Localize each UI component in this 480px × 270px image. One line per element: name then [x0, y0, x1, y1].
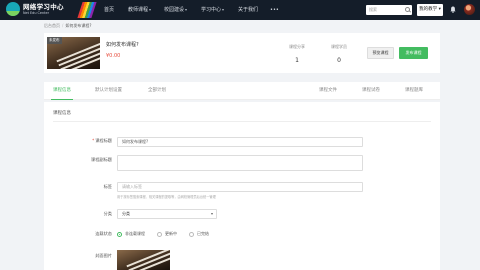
cover-image-upload[interactable] — [117, 250, 170, 270]
radio-updating[interactable]: 更新中 — [157, 231, 177, 237]
logo-subtitle: Net Edu Center — [23, 11, 49, 15]
course-cover-image: 未发布 — [47, 37, 100, 69]
nav-item-more[interactable]: ••• — [270, 0, 279, 20]
nav-item-home[interactable]: 首页 — [104, 0, 114, 20]
preview-course-button[interactable]: 预览课程 — [367, 47, 394, 59]
tab-all-plans[interactable]: 全部计划 — [148, 82, 166, 100]
course-price: ¥0.00 — [106, 53, 121, 59]
section-title: 课程信息 — [53, 111, 71, 116]
course-info-form: 课程信息 *课程标题 如何发布课程? 课程副标题 标签 请输入标签 用于按标签搜… — [44, 102, 440, 270]
search-icon[interactable] — [405, 7, 410, 12]
chevron-down-icon: ▾ — [210, 211, 213, 216]
tab-course-info[interactable]: 课程信息 — [51, 82, 73, 100]
logo-title: 网络学习中心 — [23, 3, 64, 11]
course-header-card: 未发布 如何发布课程? ¥0.00 课程分享 1 课程学员 0 预览课程 发布课… — [44, 33, 440, 73]
chevron-down-icon: ▾ — [438, 7, 441, 12]
tags-input[interactable]: 请输入标签 — [117, 182, 363, 192]
tags-label: 标签 — [103, 184, 112, 189]
top-nav: 网络学习中心 Net Edu Center 首页 教师课程▾ 校园建设▾ 学习中… — [0, 0, 480, 20]
title-label: *课程标题 — [92, 138, 112, 143]
category-label: 分类 — [103, 211, 112, 216]
rainbow-stripe-decoration — [77, 2, 97, 18]
radio-non-serial[interactable]: 非连载课程 — [117, 231, 145, 237]
publish-course-button[interactable]: 发布课程 — [399, 47, 428, 59]
breadcrumb-root-link[interactable]: 后台首页 — [44, 23, 60, 28]
subtitle-textarea[interactable] — [117, 155, 363, 171]
nav-item-about[interactable]: 关于我们 — [238, 0, 258, 20]
user-avatar[interactable] — [464, 4, 475, 15]
tags-hint: 用于按标签搜索课程、相关课程的提取等，由网校管理员后台统一管理 — [117, 195, 216, 199]
tab-default-plan-settings[interactable]: 默认计划设置 — [95, 82, 122, 100]
tab-course-files[interactable]: 课程文件 — [319, 82, 337, 100]
cover-label: 封面图片 — [95, 253, 112, 258]
tab-question-bank[interactable]: 课程题库 — [405, 82, 423, 100]
logo-icon — [6, 2, 20, 16]
nav-item-teacher-courses[interactable]: 教师课程▾ — [128, 0, 151, 20]
site-logo[interactable]: 网络学习中心 Net Edu Center — [6, 2, 64, 16]
chevron-down-icon: ▾ — [222, 7, 225, 12]
subtitle-label: 课程副标题 — [91, 157, 112, 162]
radio-finished[interactable]: 已完结 — [189, 231, 209, 237]
serialize-status-radio-group: 非连载课程 更新中 已完结 — [117, 231, 221, 237]
nav-item-campus[interactable]: 校园建设▾ — [164, 0, 187, 20]
stat-shares: 课程分享 1 — [289, 44, 305, 64]
chevron-down-icon: ▾ — [185, 7, 188, 12]
divider — [53, 121, 431, 122]
breadcrumb-separator: / — [62, 23, 64, 28]
search-input[interactable]: 搜索 — [369, 7, 377, 13]
title-input[interactable]: 如何发布课程? — [117, 137, 363, 147]
serialize-status-label: 连载状态 — [95, 231, 112, 236]
stat-students: 课程学员 0 — [331, 44, 347, 64]
search-box[interactable]: 搜索 — [366, 5, 412, 15]
my-teaching-button[interactable]: 我的教学 ▾ — [417, 4, 443, 16]
breadcrumb-current: 如何发布课程? — [65, 23, 92, 28]
category-select[interactable]: 分类 ▾ — [117, 209, 217, 219]
chevron-down-icon: ▾ — [149, 7, 152, 12]
course-title: 如何发布课程? — [106, 42, 139, 48]
course-tab-bar: 课程信息 默认计划设置 全部计划 课程文件 课程试卷 课程题库 — [44, 82, 440, 100]
breadcrumb: 后台首页 / 如何发布课程? — [44, 23, 91, 29]
nav-item-learning-center[interactable]: 学习中心▾ — [201, 0, 224, 20]
status-badge: 未发布 — [47, 37, 62, 44]
bell-icon[interactable] — [450, 6, 456, 13]
tab-course-exams[interactable]: 课程试卷 — [362, 82, 380, 100]
